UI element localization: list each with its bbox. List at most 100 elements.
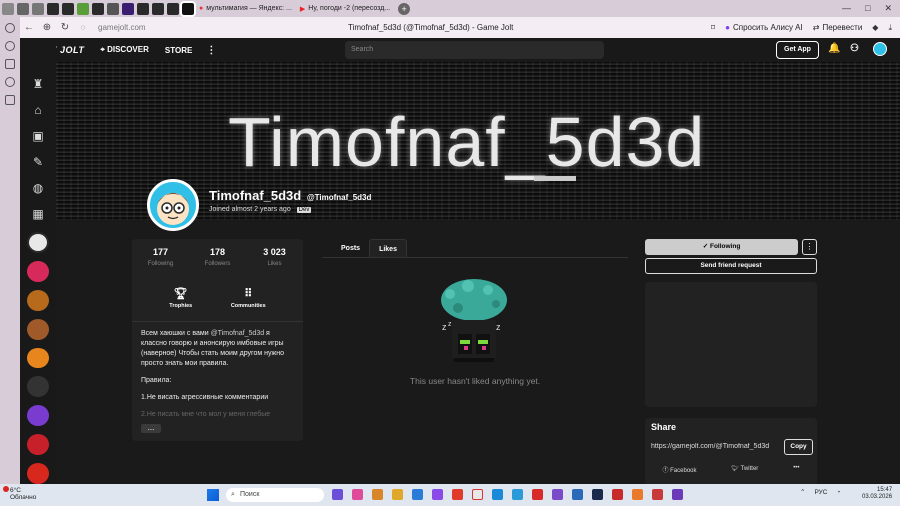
- sidebar-calendar-icon[interactable]: [5, 59, 15, 69]
- discover-link[interactable]: ⌖ DISCOVER: [100, 45, 149, 55]
- taskbar-app-icon[interactable]: [672, 489, 683, 500]
- taskbar-app-icon[interactable]: [552, 489, 563, 500]
- share-more-button[interactable]: •••: [793, 465, 799, 474]
- gamejolt-tab-icon[interactable]: [166, 2, 179, 15]
- community-avatar[interactable]: [27, 260, 49, 282]
- community-avatar[interactable]: [27, 289, 49, 311]
- send-friend-request-button[interactable]: Send friend request: [645, 258, 817, 274]
- rail-home-icon[interactable]: ♜: [27, 75, 49, 94]
- taskbar-app-icon[interactable]: [512, 489, 523, 500]
- community-avatar[interactable]: [27, 463, 49, 484]
- profile-avatar[interactable]: [147, 179, 199, 231]
- notifications-bell-icon[interactable]: 🔔: [828, 43, 840, 54]
- friends-icon[interactable]: ⚇: [850, 43, 859, 54]
- gamejolt-tab-icon[interactable]: [136, 2, 149, 15]
- stat-following[interactable]: 177 Following: [132, 247, 189, 267]
- windows-start-icon[interactable]: [207, 489, 219, 501]
- sidebar-collections-icon[interactable]: [5, 95, 15, 105]
- sidebar-alice-icon[interactable]: [5, 23, 15, 33]
- community-avatar[interactable]: [27, 376, 49, 398]
- rail-library-icon[interactable]: ▦: [27, 205, 49, 224]
- bookmark-icon[interactable]: ⌑: [711, 23, 715, 32]
- browser-tab[interactable]: ▶ Ну, погоди -2 (пересозд...: [296, 1, 394, 16]
- maximize-icon[interactable]: □: [865, 3, 870, 14]
- gamejolt-tab-icon-active[interactable]: [179, 0, 196, 17]
- bio-mention-link[interactable]: @Timofnaf_5d3d: [211, 330, 265, 337]
- taskbar-search[interactable]: ⌕ Поиск: [226, 488, 324, 502]
- taskbar-folder-icon[interactable]: [392, 489, 403, 500]
- stat-likes[interactable]: 3 023 Likes: [246, 247, 303, 267]
- minimize-icon[interactable]: —: [842, 3, 851, 14]
- taskbar-app-icon[interactable]: [332, 489, 343, 500]
- taskbar-app-icon[interactable]: [352, 489, 363, 500]
- tab-pinned-icon[interactable]: [31, 2, 44, 15]
- community-avatar[interactable]: [27, 347, 49, 369]
- trophies-link[interactable]: 🏆︎ Trophies: [169, 287, 192, 309]
- following-button[interactable]: ✓ Following: [645, 239, 798, 255]
- wifi-icon[interactable]: ◔: [836, 489, 840, 496]
- taskbar-app-icon[interactable]: [612, 489, 623, 500]
- rail-backpack-icon[interactable]: ▣: [27, 127, 49, 146]
- close-icon[interactable]: ✕: [884, 3, 892, 14]
- share-twitter-button[interactable]: 🐦︎ Twitter: [731, 465, 758, 474]
- ask-alice-button[interactable]: ● Спросить Алису AI: [725, 23, 803, 32]
- gamejolt-tab-icon[interactable]: [91, 2, 104, 15]
- language-indicator[interactable]: РУС: [814, 489, 827, 496]
- more-menu-icon[interactable]: ⋮: [206, 45, 216, 56]
- taskbar-app-icon[interactable]: [572, 489, 583, 500]
- tab-posts[interactable]: Posts: [332, 239, 369, 258]
- community-avatar[interactable]: [27, 434, 49, 456]
- gamejolt-tab-icon[interactable]: [151, 2, 164, 15]
- copy-link-button[interactable]: Copy: [784, 439, 813, 455]
- extension-icon[interactable]: ◆: [872, 23, 878, 32]
- site-info-icon[interactable]: ◌: [74, 23, 92, 32]
- refresh-icon[interactable]: ↻: [56, 22, 74, 33]
- get-app-button[interactable]: Get App: [776, 41, 819, 59]
- community-avatar[interactable]: [27, 231, 49, 253]
- taskbar-browser-icon[interactable]: [472, 489, 483, 500]
- taskbar-edge-icon[interactable]: [492, 489, 503, 500]
- yandex-logo-icon[interactable]: ⊕: [38, 22, 56, 33]
- taskbar-opera-icon[interactable]: [532, 489, 543, 500]
- new-tab-button[interactable]: +: [398, 2, 411, 15]
- gamejolt-tab-icon[interactable]: [46, 2, 59, 15]
- rail-chat-icon[interactable]: ◍: [27, 179, 49, 198]
- tray-chevron-icon[interactable]: ⌃: [800, 488, 805, 496]
- url-field[interactable]: gamejolt.com: [98, 23, 146, 32]
- back-icon[interactable]: ←: [20, 22, 38, 33]
- translate-button[interactable]: ⇄ Перевести: [813, 23, 863, 32]
- community-avatar[interactable]: [27, 318, 49, 340]
- tab-likes[interactable]: Likes: [369, 239, 407, 258]
- taskbar-photoshop-icon[interactable]: [592, 489, 603, 500]
- taskbar-app-icon[interactable]: [372, 489, 383, 500]
- stat-followers[interactable]: 178 Followers: [189, 247, 246, 267]
- taskbar-clock[interactable]: 15:47 03.03.2026: [862, 487, 892, 501]
- download-icon[interactable]: ⤓: [888, 23, 892, 33]
- site-search-input[interactable]: Search: [345, 41, 604, 59]
- weather-widget[interactable]: 6°C Облачно: [3, 486, 36, 501]
- share-url-field[interactable]: https://gamejolt.com/@Timofnaf_5d3d: [651, 443, 779, 450]
- taskbar-app-icon[interactable]: [432, 489, 443, 500]
- community-avatar[interactable]: [27, 405, 49, 427]
- share-facebook-button[interactable]: ⓕ Facebook: [662, 465, 696, 474]
- rail-store-icon[interactable]: ⌂: [27, 101, 49, 120]
- tab-icon[interactable]: [106, 2, 119, 15]
- communities-link[interactable]: ⠿ Communities: [231, 287, 266, 309]
- browser-tab[interactable]: ● мультимагия — Яндекс: ...: [195, 1, 296, 16]
- store-link[interactable]: STORE: [165, 46, 192, 55]
- gamejolt-tab-icon[interactable]: [61, 2, 74, 15]
- browser-menu-icon[interactable]: [1, 2, 14, 15]
- profile-options-button[interactable]: ⋮: [802, 239, 817, 255]
- tab-pinned-icon[interactable]: [16, 2, 29, 15]
- sidebar-history-icon[interactable]: [5, 77, 15, 87]
- taskbar-app-icon[interactable]: [652, 489, 663, 500]
- taskbar-app-icon[interactable]: [412, 489, 423, 500]
- taskbar-app-icon[interactable]: [632, 489, 643, 500]
- user-avatar-menu[interactable]: [873, 42, 887, 56]
- tab-icon[interactable]: [76, 2, 89, 15]
- bio-expand-button[interactable]: ...: [141, 424, 161, 433]
- rail-quests-icon[interactable]: ✎: [27, 153, 49, 172]
- taskbar-yandex-icon[interactable]: [452, 489, 463, 500]
- sidebar-play-icon[interactable]: [5, 41, 15, 51]
- tab-icon[interactable]: [121, 2, 134, 15]
